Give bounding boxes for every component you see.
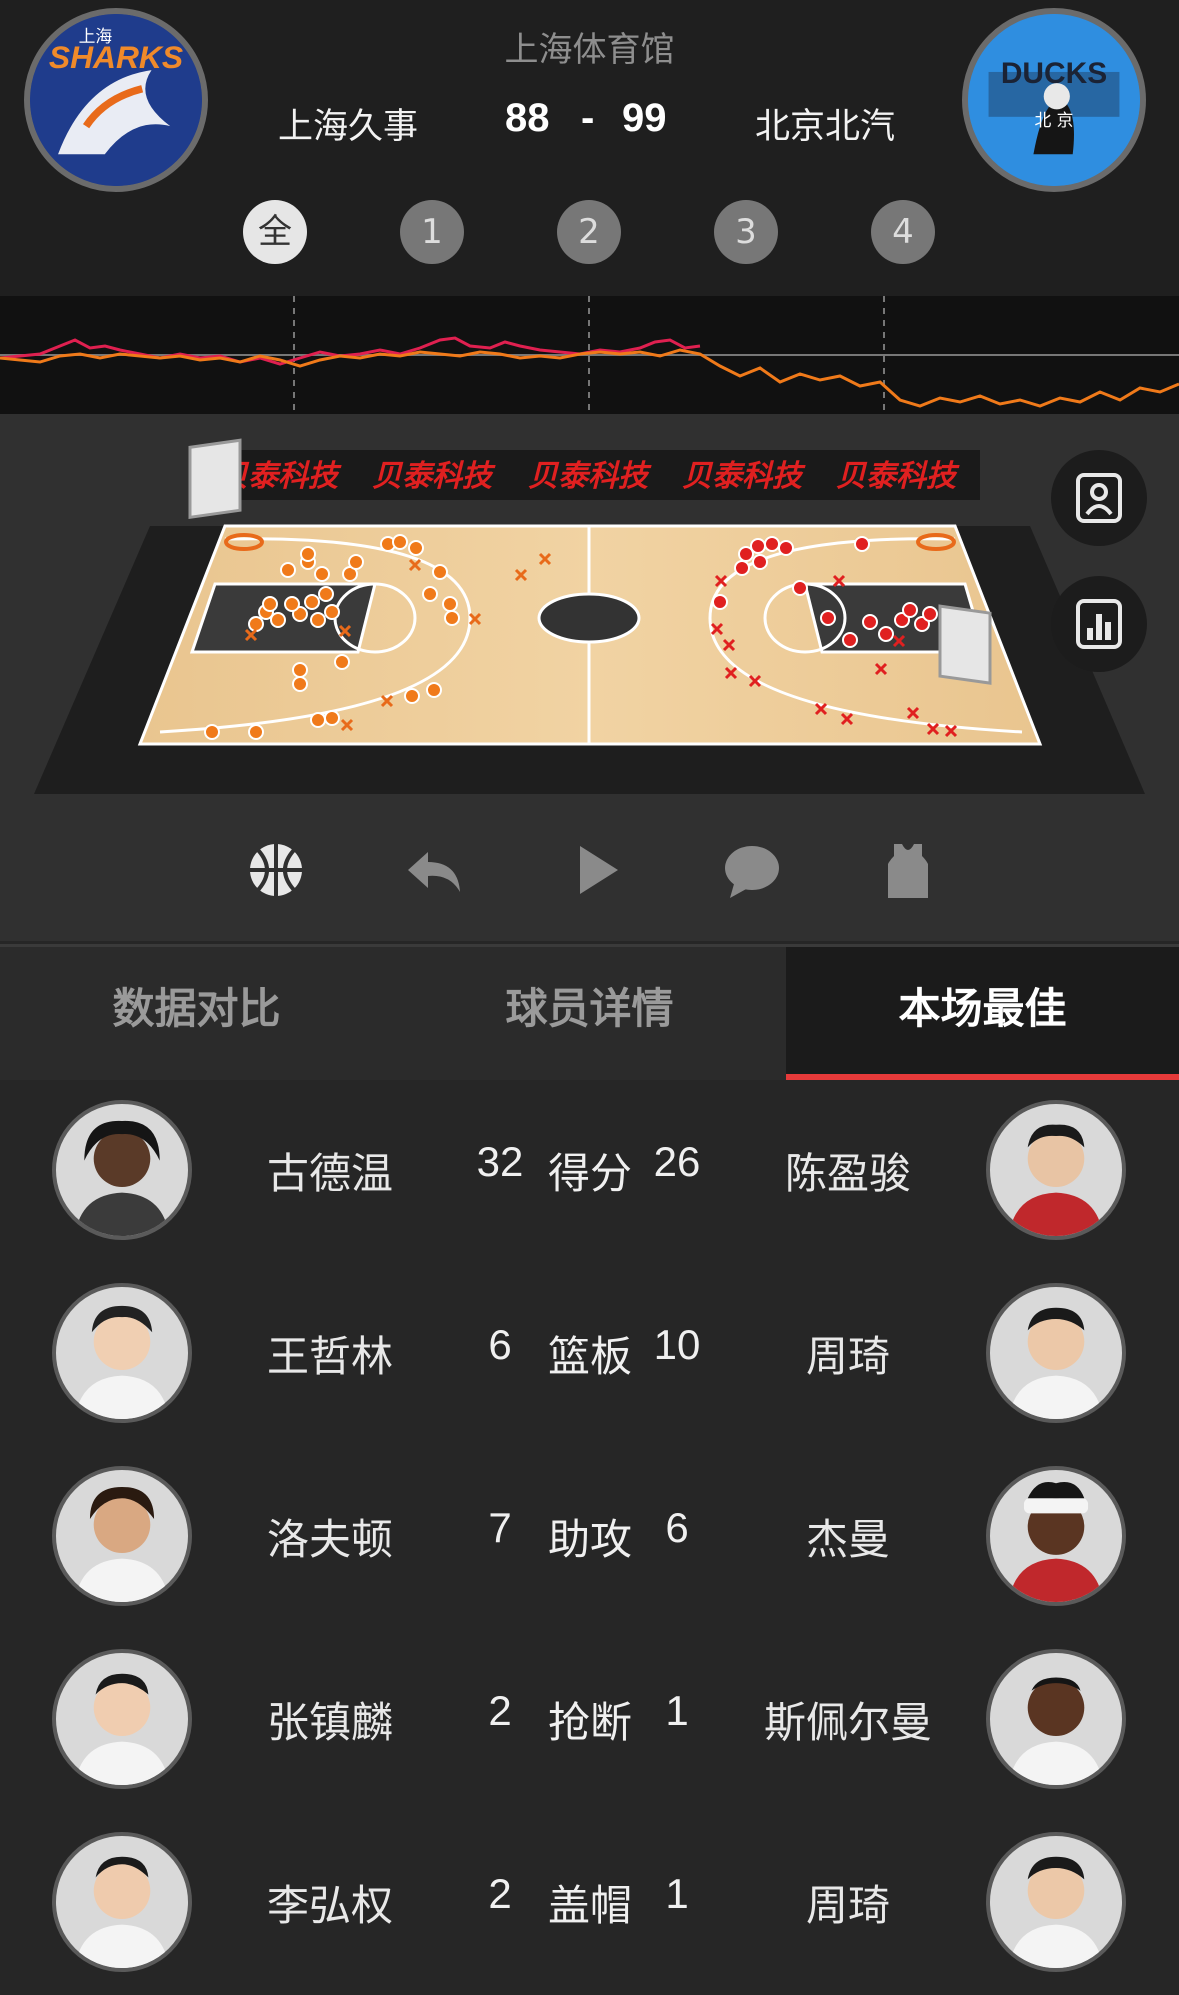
quarter-tab-all[interactable]: 全 — [243, 200, 307, 264]
svg-text:贝泰科技: 贝泰科技 — [372, 459, 496, 494]
play-icon[interactable] — [566, 838, 630, 902]
player-avatar[interactable] — [52, 1649, 192, 1789]
best-row-steals: 张镇麟 2 抢断 1 斯佩尔曼 — [0, 1629, 1179, 1812]
tab-data-comparison[interactable]: 数据对比 — [0, 947, 393, 1081]
left-player-name[interactable]: 王哲林 — [215, 1323, 445, 1384]
sponsor-banner: 贝泰科技 贝泰科技 贝泰科技 贝泰科技 贝泰科技 — [200, 450, 980, 500]
center-circle — [537, 592, 641, 644]
right-player-name[interactable]: 周琦 — [733, 1323, 963, 1384]
right-stat-value: 26 — [653, 1138, 701, 1185]
left-player-name[interactable]: 张镇麟 — [215, 1689, 445, 1750]
left-player-name[interactable]: 洛夫顿 — [215, 1506, 445, 1567]
person-icon — [1076, 473, 1122, 523]
playback-toolbar — [0, 810, 1179, 940]
quarter-tab-2[interactable]: 2 — [557, 200, 621, 264]
right-stat-value: 1 — [665, 1687, 689, 1734]
best-row-rebounds: 王哲林 6 篮板 10 周琦 — [0, 1263, 1179, 1446]
report-chart-icon — [1076, 599, 1122, 649]
away-team-logo[interactable]: DUCKS 北 京 — [962, 8, 1146, 192]
duck-icon: DUCKS 北 京 — [968, 14, 1140, 186]
basketball-court: 贝泰科技 贝泰科技 贝泰科技 贝泰科技 贝泰科技 — [34, 438, 1145, 794]
player-avatar[interactable] — [986, 1466, 1126, 1606]
quarter-selector: 全 1 2 3 4 — [0, 200, 1179, 266]
right-player-name[interactable]: 周琦 — [733, 1872, 963, 1933]
jersey-icon[interactable] — [876, 838, 940, 902]
left-player-name[interactable]: 古德温 — [215, 1140, 445, 1201]
svg-text:贝泰科技: 贝泰科技 — [528, 459, 652, 494]
right-player-name[interactable]: 斯佩尔曼 — [733, 1689, 963, 1750]
svg-text:贝泰科技: 贝泰科技 — [682, 459, 806, 494]
score-separator: - — [581, 96, 595, 140]
home-score: 88 — [505, 96, 550, 140]
tab-game-best[interactable]: 本场最佳 — [786, 947, 1179, 1081]
right-stat-value: 10 — [653, 1321, 701, 1368]
right-player-name[interactable]: 陈盈骏 — [733, 1140, 963, 1201]
stat-category: 篮板 — [547, 1332, 632, 1381]
player-avatar[interactable] — [52, 1832, 192, 1972]
player-avatar[interactable] — [986, 1832, 1126, 1972]
stat-category: 助攻 — [547, 1515, 632, 1564]
detail-tabs: 数据对比 球员详情 本场最佳 — [0, 944, 1179, 1081]
player-avatar[interactable] — [986, 1649, 1126, 1789]
basketball-icon[interactable] — [244, 838, 308, 902]
stats-report-button[interactable] — [1051, 576, 1147, 672]
player-avatar[interactable] — [52, 1100, 192, 1240]
stat-category: 抢断 — [547, 1698, 632, 1747]
right-stat-value: 1 — [665, 1870, 689, 1917]
player-card-button[interactable] — [1051, 450, 1147, 546]
tab-player-details[interactable]: 球员详情 — [393, 947, 786, 1081]
comment-icon[interactable] — [720, 838, 784, 902]
player-avatar[interactable] — [986, 1100, 1126, 1240]
left-stat-value: 2 — [488, 1870, 512, 1917]
left-stat-value: 2 — [488, 1687, 512, 1734]
right-player-name[interactable]: 杰曼 — [733, 1506, 963, 1567]
game-best-list: 古德温 32 得分 26 陈盈骏 王哲林 6 篮板 10 周琦 洛夫顿 7 助攻… — [0, 1080, 1179, 1972]
undo-icon[interactable] — [402, 838, 466, 902]
quarter-tab-1[interactable]: 1 — [400, 200, 464, 264]
best-row-points: 古德温 32 得分 26 陈盈骏 — [0, 1080, 1179, 1263]
home-team-name[interactable]: 上海久事 — [278, 98, 418, 149]
quarter-tab-4[interactable]: 4 — [871, 200, 935, 264]
stat-category: 盖帽 — [547, 1881, 632, 1930]
left-stat-value: 32 — [476, 1138, 524, 1185]
best-row-assists: 洛夫顿 7 助攻 6 杰曼 — [0, 1446, 1179, 1629]
right-stat-value: 6 — [665, 1504, 689, 1551]
away-team-name[interactable]: 北京北汽 — [755, 98, 895, 149]
left-stat-value: 7 — [488, 1504, 512, 1551]
player-avatar[interactable] — [52, 1283, 192, 1423]
stat-category: 得分 — [547, 1149, 632, 1198]
away-score: 99 — [622, 96, 667, 140]
game-header: SHARKS 上海 上海体育馆 上海久事 88 - 99 北京北汽 DUCKS … — [0, 0, 1179, 296]
player-avatar[interactable] — [986, 1283, 1126, 1423]
svg-text:贝泰科技: 贝泰科技 — [836, 459, 960, 494]
tab-game-best-label: 本场最佳 — [898, 984, 1067, 1033]
left-stat-value: 6 — [488, 1321, 512, 1368]
player-avatar[interactable] — [52, 1466, 192, 1606]
left-player-name[interactable]: 李弘权 — [215, 1872, 445, 1933]
quarter-tab-3[interactable]: 3 — [714, 200, 778, 264]
score-trend-chart — [0, 296, 1179, 414]
svg-text:北 京: 北 京 — [1035, 110, 1074, 130]
